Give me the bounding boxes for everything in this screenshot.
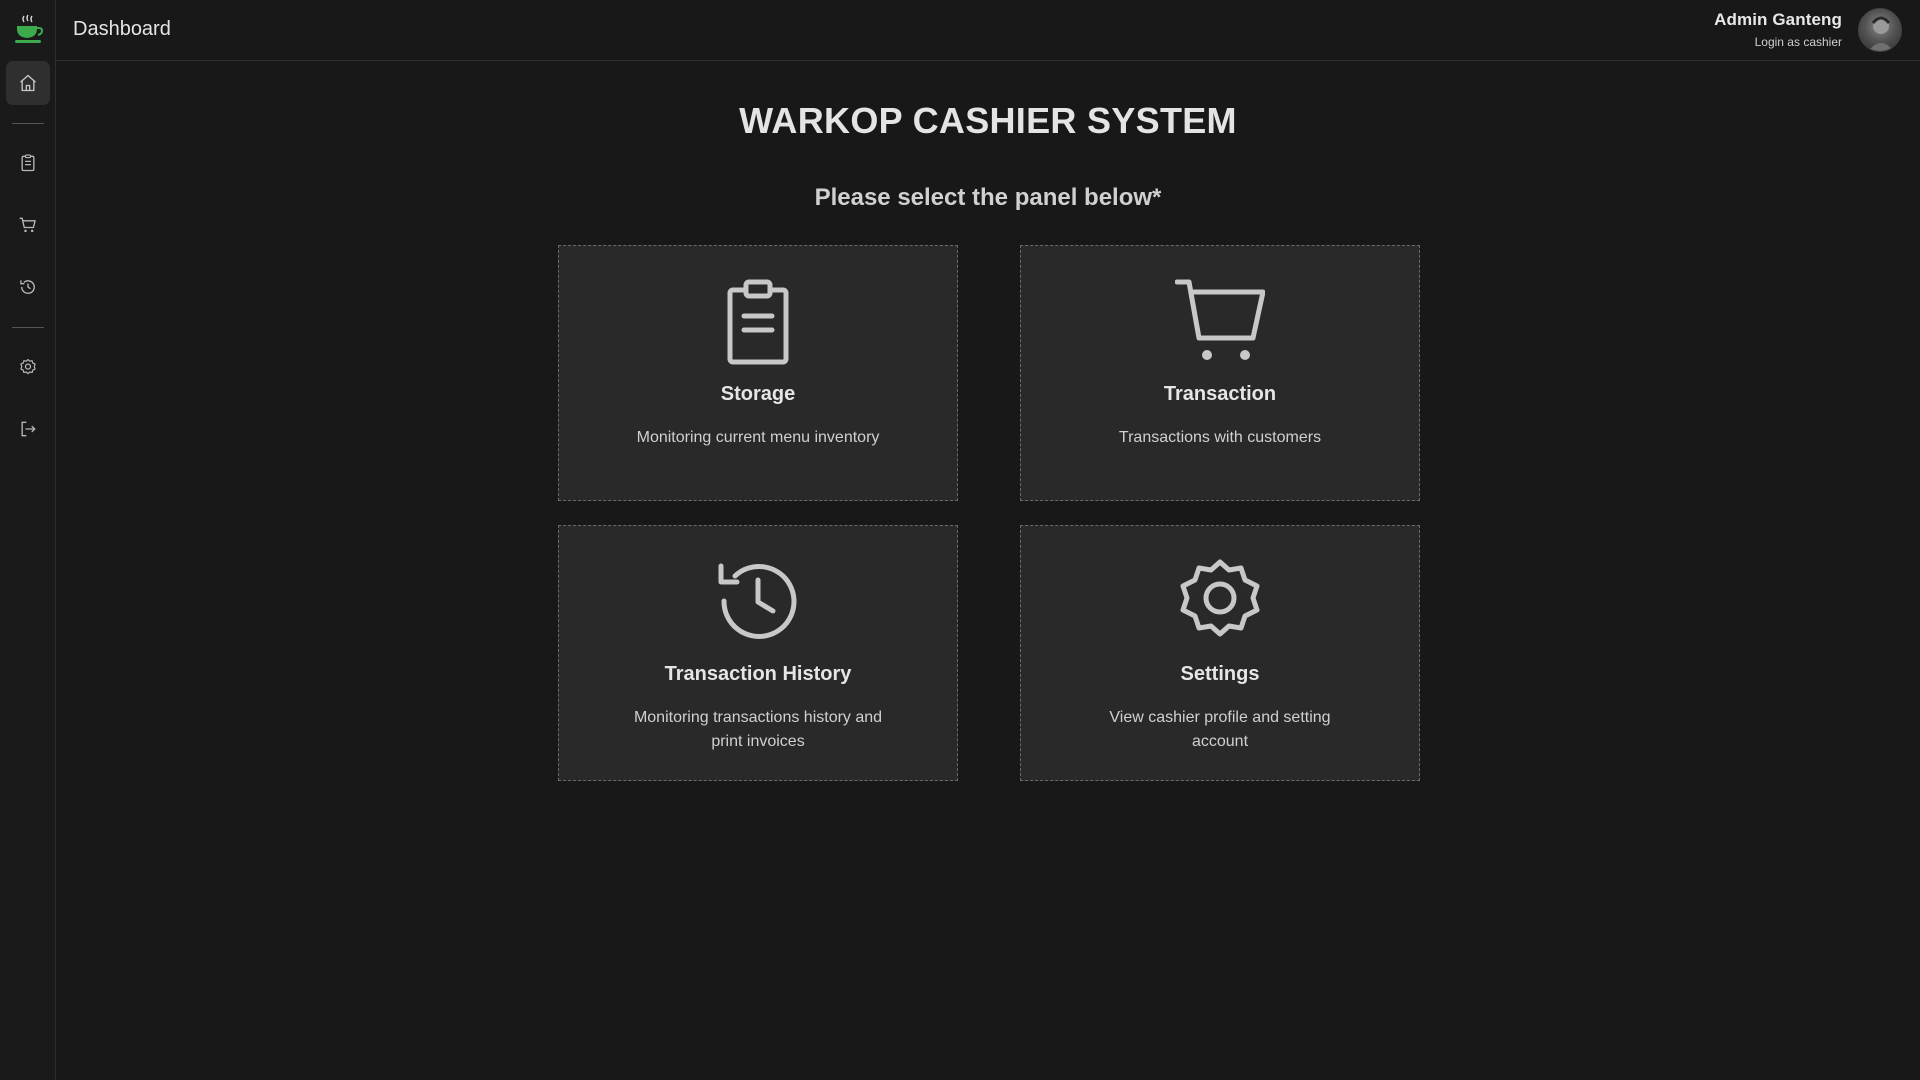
storage-panel[interactable]: Storage Monitoring current menu inventor… <box>558 245 958 501</box>
user-role: Login as cashier <box>1754 35 1842 49</box>
cart-icon <box>1174 276 1266 366</box>
user-name: Admin Ganteng <box>1714 10 1842 29</box>
sidebar-item-settings[interactable] <box>6 345 50 389</box>
panel-description: Transactions with customers <box>1118 429 1322 446</box>
avatar-image <box>1868 16 1894 51</box>
panel-title: Transaction <box>1163 383 1277 405</box>
sidebar-item-home[interactable] <box>6 61 50 105</box>
transaction-panel[interactable]: Transaction Transactions with customers <box>1020 245 1420 501</box>
page-title: Dashboard <box>73 18 171 40</box>
home-icon <box>20 74 36 92</box>
logout-icon <box>21 421 36 437</box>
panel-title: Storage <box>720 383 796 405</box>
top-bar: Dashboard Admin Ganteng Login as cashier <box>56 0 1920 61</box>
user-info: Admin Ganteng Login as cashier <box>1714 10 1842 49</box>
sidebar <box>0 0 56 1080</box>
main-title: WARKOP CASHIER SYSTEM <box>739 100 1237 141</box>
transaction-history-panel[interactable]: Transaction History Monitoring transacti… <box>558 525 958 781</box>
sidebar-item-storage[interactable] <box>6 141 50 185</box>
avatar[interactable] <box>1858 8 1902 52</box>
history-icon <box>713 556 803 646</box>
sidebar-divider <box>12 123 44 124</box>
panel-title: Transaction History <box>664 663 852 685</box>
panel-title: Settings <box>1180 663 1260 685</box>
panel-description: View cashier profile and setting account <box>1109 709 1331 750</box>
panel-description: Monitoring transactions history and prin… <box>633 709 883 750</box>
panel-description: Monitoring current menu inventory <box>636 429 880 446</box>
settings-panel[interactable]: Settings View cashier profile and settin… <box>1020 525 1420 781</box>
coffee-logo-icon <box>13 14 44 46</box>
sidebar-item-history[interactable] <box>6 265 50 309</box>
sidebar-item-transaction[interactable] <box>6 203 50 247</box>
sidebar-divider <box>12 327 44 328</box>
sidebar-item-logout[interactable] <box>6 407 50 451</box>
clipboard-icon <box>21 154 35 172</box>
panel-prompt: Please select the panel below* <box>814 184 1162 211</box>
cart-icon <box>19 217 36 233</box>
clipboard-icon <box>713 276 803 366</box>
history-icon <box>20 280 35 294</box>
gear-icon <box>1175 556 1265 646</box>
gear-icon <box>20 358 36 375</box>
